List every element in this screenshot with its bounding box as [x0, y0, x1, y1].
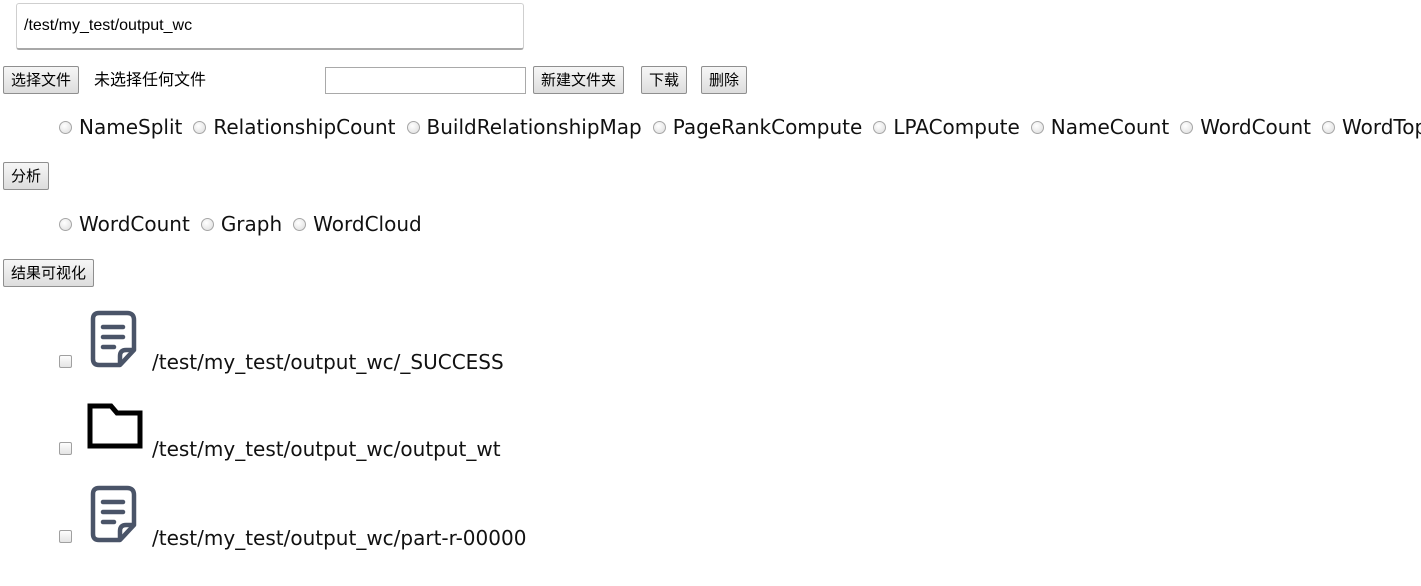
radio-button[interactable]: [59, 120, 72, 134]
document-icon: [90, 485, 140, 549]
choose-file-button[interactable]: 选择文件: [3, 66, 80, 94]
radio-button[interactable]: [406, 120, 420, 134]
file-path-link[interactable]: /test/my_test/output_wc/output_wt: [152, 436, 501, 462]
radio-label: Graph: [220, 212, 283, 236]
file-path-link[interactable]: /test/my_test/output_wc/part-r-00000: [152, 525, 526, 551]
new-folder-name-input[interactable]: [325, 67, 526, 94]
radio-option-viz-wordcount[interactable]: WordCount: [59, 211, 190, 237]
radio-option-viz-wordcloud[interactable]: WordCloud: [293, 211, 422, 237]
radio-option-relationshipcount[interactable]: RelationshipCount: [193, 114, 396, 140]
radio-button[interactable]: [1322, 120, 1335, 134]
document-icon: [90, 310, 140, 374]
radio-option-namesplit[interactable]: NameSplit: [59, 114, 182, 140]
radio-option-wordtop[interactable]: WordTop: [1322, 114, 1421, 140]
file-status-text: 未选择任何文件: [94, 70, 207, 89]
radio-button[interactable]: [293, 217, 307, 231]
radio-option-wordcount[interactable]: WordCount: [1180, 114, 1311, 140]
visualization-options: WordCount Graph WordCloud: [59, 211, 433, 237]
file-select-checkbox[interactable]: [59, 530, 72, 543]
radio-label: NameSplit: [79, 115, 183, 139]
radio-label: PageRankCompute: [672, 115, 863, 139]
radio-label: NameCount: [1050, 115, 1170, 139]
radio-button[interactable]: [200, 217, 214, 231]
radio-button[interactable]: [59, 217, 72, 231]
file-select-checkbox[interactable]: [59, 355, 72, 368]
radio-button[interactable]: [1180, 120, 1194, 134]
analyze-button[interactable]: 分析: [3, 162, 50, 190]
radio-label: RelationshipCount: [213, 115, 396, 139]
path-input[interactable]: [16, 3, 524, 50]
download-button[interactable]: 下载: [641, 66, 688, 94]
visualize-button[interactable]: 结果可视化: [3, 259, 95, 287]
radio-label: LPACompute: [893, 115, 1020, 139]
analysis-options: NameSplit RelationshipCount BuildRelatio…: [59, 114, 1421, 140]
radio-label: WordTop: [1342, 115, 1421, 139]
radio-option-pagerankcompute[interactable]: PageRankCompute: [652, 114, 863, 140]
radio-button[interactable]: [873, 120, 887, 134]
radio-option-lpacompute[interactable]: LPACompute: [873, 114, 1020, 140]
radio-button[interactable]: [193, 120, 207, 134]
radio-label: WordCount: [79, 212, 190, 236]
folder-icon: [86, 402, 144, 454]
new-folder-button[interactable]: 新建文件夹: [533, 66, 625, 94]
radio-option-namecount[interactable]: NameCount: [1030, 114, 1170, 140]
radio-label: WordCloud: [313, 212, 422, 236]
radio-option-viz-graph[interactable]: Graph: [200, 211, 283, 237]
radio-button[interactable]: [652, 120, 666, 134]
delete-button[interactable]: 删除: [701, 66, 748, 94]
radio-option-buildrelationshipmap[interactable]: BuildRelationshipMap: [406, 114, 642, 140]
radio-label: WordCount: [1200, 115, 1311, 139]
file-path-link[interactable]: /test/my_test/output_wc/_SUCCESS: [152, 349, 504, 375]
radio-button[interactable]: [1030, 120, 1044, 134]
radio-label: BuildRelationshipMap: [426, 115, 642, 139]
file-select-checkbox[interactable]: [59, 442, 72, 455]
